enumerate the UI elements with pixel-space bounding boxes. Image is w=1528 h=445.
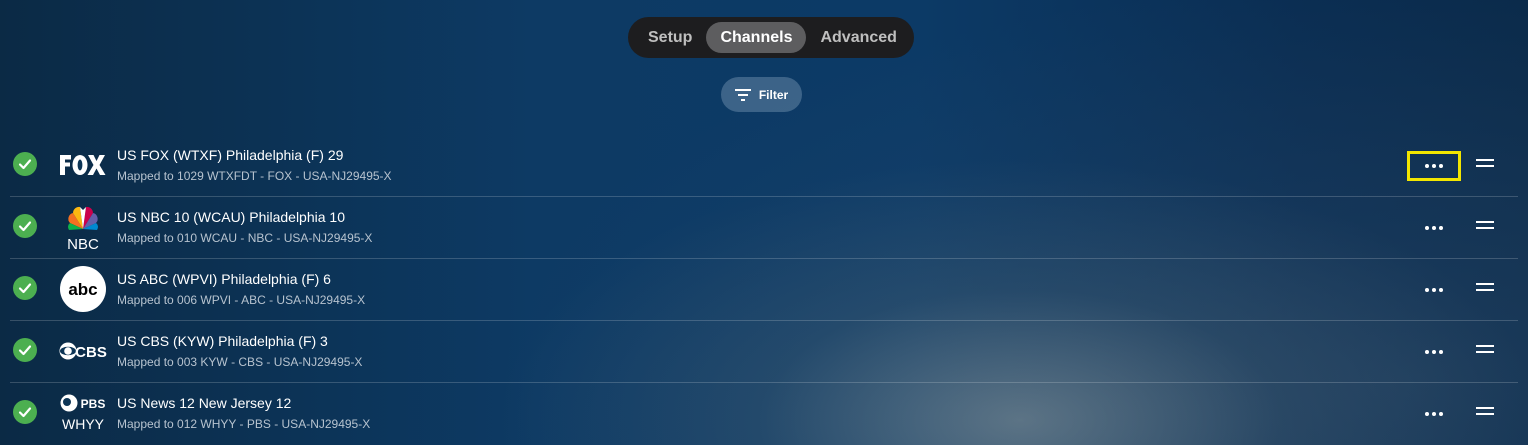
nbc-logo: NBC: [59, 203, 107, 251]
more-options-button[interactable]: [1407, 337, 1461, 367]
channel-title: US FOX (WTXF) Philadelphia (F) 29: [117, 147, 344, 163]
channel-row[interactable]: PBS WHYY US News 12 New Jersey 12 Mapped…: [10, 383, 1518, 444]
drag-handle-icon[interactable]: [1476, 345, 1494, 355]
channel-row[interactable]: NBC US NBC 10 (WCAU) Philadelphia 10 Map…: [10, 197, 1518, 259]
filter-button[interactable]: Filter: [721, 77, 802, 112]
check-icon: [13, 338, 37, 362]
tab-setup[interactable]: Setup: [634, 22, 706, 53]
more-icon: [1425, 226, 1429, 230]
more-icon: [1425, 412, 1429, 416]
abc-logo: abc: [59, 265, 107, 313]
svg-text:NBC: NBC: [67, 236, 99, 251]
more-options-button[interactable]: [1407, 399, 1461, 429]
channel-mapping: Mapped to 1029 WTXFDT - FOX - USA-NJ2949…: [117, 169, 392, 183]
channel-mapping: Mapped to 006 WPVI - ABC - USA-NJ29495-X: [117, 293, 366, 307]
more-options-button[interactable]: [1407, 275, 1461, 305]
channel-title: US NBC 10 (WCAU) Philadelphia 10: [117, 209, 345, 225]
more-icon: [1425, 164, 1429, 168]
check-icon: [13, 214, 37, 238]
tab-advanced[interactable]: Advanced: [806, 22, 910, 53]
channel-title: US News 12 New Jersey 12: [117, 395, 292, 411]
drag-handle-icon[interactable]: [1476, 407, 1494, 417]
channel-list: US FOX (WTXF) Philadelphia (F) 29 Mapped…: [10, 135, 1518, 444]
cbs-logo: CBS: [59, 327, 107, 375]
svg-text:WHYY: WHYY: [62, 416, 105, 432]
more-icon: [1425, 288, 1429, 292]
channel-mapping: Mapped to 012 WHYY - PBS - USA-NJ29495-X: [117, 417, 371, 431]
channel-mapping: Mapped to 010 WCAU - NBC - USA-NJ29495-X: [117, 231, 373, 245]
pbs-whyy-logo: PBS WHYY: [59, 389, 107, 437]
filter-icon: [734, 88, 751, 101]
check-icon: [13, 276, 37, 300]
drag-handle-icon[interactable]: [1476, 221, 1494, 231]
drag-handle-icon[interactable]: [1476, 283, 1494, 293]
drag-handle-icon[interactable]: [1476, 159, 1494, 169]
tab-bar: Setup Channels Advanced: [628, 17, 914, 58]
channel-row[interactable]: US FOX (WTXF) Philadelphia (F) 29 Mapped…: [10, 135, 1518, 197]
channel-mapping: Mapped to 003 KYW - CBS - USA-NJ29495-X: [117, 355, 363, 369]
channel-row[interactable]: abc US ABC (WPVI) Philadelphia (F) 6 Map…: [10, 259, 1518, 321]
channel-title: US ABC (WPVI) Philadelphia (F) 6: [117, 271, 331, 287]
tab-channels[interactable]: Channels: [706, 22, 807, 53]
fox-logo: [59, 141, 107, 189]
more-options-button[interactable]: [1407, 213, 1461, 243]
svg-text:PBS: PBS: [81, 397, 106, 411]
filter-label: Filter: [758, 87, 789, 102]
svg-text:abc: abc: [68, 280, 97, 299]
channel-row[interactable]: CBS US CBS (KYW) Philadelphia (F) 3 Mapp…: [10, 321, 1518, 383]
check-icon: [13, 152, 37, 176]
svg-text:CBS: CBS: [75, 344, 107, 361]
check-icon: [13, 400, 37, 424]
channel-title: US CBS (KYW) Philadelphia (F) 3: [117, 333, 328, 349]
more-icon: [1425, 350, 1429, 354]
more-options-button[interactable]: [1407, 151, 1461, 181]
